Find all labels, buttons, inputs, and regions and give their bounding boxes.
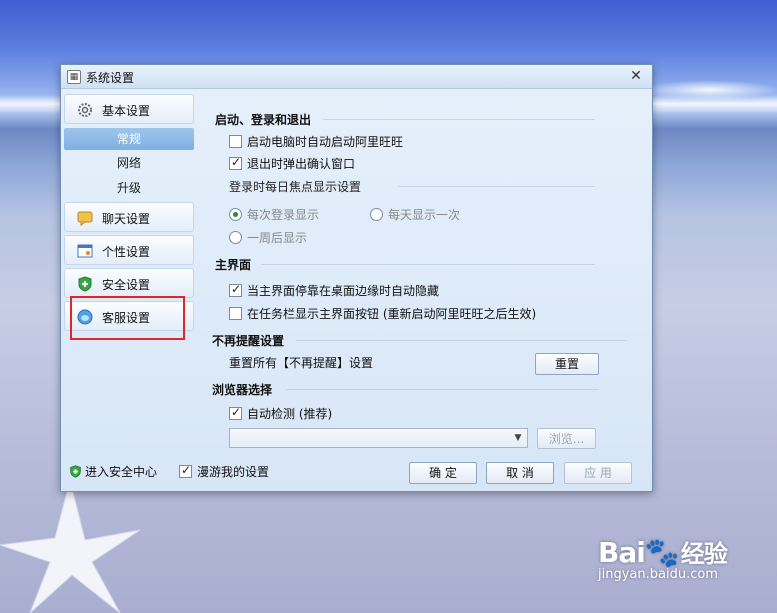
section-title-reminder: 不再提醒设置 — [212, 334, 285, 348]
taskbar-checkbox-row[interactable]: 在任务栏显示主界面按钮 (重新启动阿里旺旺之后生效) — [229, 305, 536, 322]
radio-one-week[interactable] — [229, 231, 242, 244]
roam-settings-label: 漫游我的设置 — [197, 465, 270, 479]
taskbar-checkbox[interactable] — [229, 307, 242, 320]
divider — [286, 389, 599, 390]
reset-button[interactable]: 重置 — [535, 353, 599, 375]
divider — [323, 119, 595, 120]
auto-hide-checkbox[interactable] — [229, 282, 242, 297]
sidebar-sub-network[interactable]: 网络 — [64, 152, 194, 174]
background-wave-foam — [640, 80, 777, 100]
ok-button[interactable]: 确 定 — [409, 462, 477, 484]
gear-icon — [78, 103, 92, 117]
window-title: 系统设置 — [86, 71, 135, 85]
divider — [296, 340, 626, 341]
title-bar[interactable]: ▦ 系统设置 ✕ — [61, 65, 652, 89]
chevron-down-icon: ▼ — [514, 433, 522, 443]
sidebar-item-personal-settings[interactable]: 个性设置 — [64, 235, 194, 265]
section-title-main-ui: 主界面 — [215, 258, 252, 272]
sidebar-sub-upgrade[interactable]: 升级 — [64, 177, 194, 199]
section-title-browser: 浏览器选择 — [212, 383, 273, 397]
auto-start-checkbox[interactable] — [229, 135, 242, 148]
settings-content: 启动、登录和退出 启动电脑时自动启动阿里旺旺 退出时弹出确认窗口 登录时每日焦点… — [198, 92, 650, 452]
divider — [261, 264, 595, 265]
sidebar-item-security-settings[interactable]: 安全设置 — [64, 268, 194, 298]
sidebar-item-basic-settings[interactable]: 基本设置 — [64, 94, 194, 124]
security-center-label: 进入安全中心 — [85, 465, 158, 479]
radio-label: 每次登录显示 — [247, 208, 320, 222]
confirm-exit-label: 退出时弹出确认窗口 — [247, 157, 356, 171]
sidebar: 基本设置 常规 网络 升级 聊天设置 个性设置 安全设置 客服设置 — [64, 92, 196, 452]
browse-button[interactable]: 浏览... — [537, 428, 596, 449]
baidu-watermark: Bai🐾经验 jingyan.baidu.com — [598, 534, 728, 582]
taskbar-label: 在任务栏显示主界面按钮 (重新启动阿里旺旺之后生效) — [247, 307, 537, 321]
auto-start-checkbox-row[interactable]: 启动电脑时自动启动阿里旺旺 — [229, 133, 403, 150]
radio-label: 每天显示一次 — [388, 208, 461, 222]
focus-option-every-login[interactable]: 每次登录显示 — [229, 206, 319, 223]
footer: 进入安全中心 漫游我的设置 确 定 取 消 应 用 — [61, 455, 652, 491]
settings-window: ▦ 系统设置 ✕ 基本设置 常规 网络 升级 聊天设置 个性设置 安全设置 客服… — [60, 64, 653, 492]
chat-icon — [77, 211, 93, 226]
watermark-logo: Bai🐾经验 — [598, 536, 728, 569]
shield-icon — [70, 465, 81, 478]
personalize-icon — [77, 244, 93, 258]
apply-button[interactable]: 应 用 — [564, 462, 632, 484]
sidebar-sub-general[interactable]: 常规 — [64, 128, 194, 150]
focus-option-once-daily[interactable]: 每天显示一次 — [370, 206, 460, 223]
focus-option-one-week[interactable]: 一周后显示 — [229, 229, 307, 246]
app-icon: ▦ — [67, 70, 81, 84]
auto-detect-checkbox-row[interactable]: 自动检测 (推荐) — [229, 405, 332, 422]
highlight-annotation-box — [70, 296, 185, 340]
radio-once-daily[interactable] — [370, 208, 383, 221]
sidebar-item-label: 聊天设置 — [102, 212, 151, 226]
cancel-button[interactable]: 取 消 — [486, 462, 554, 484]
focus-display-title: 登录时每日焦点显示设置 — [229, 180, 362, 194]
shield-icon — [78, 276, 92, 292]
sidebar-item-chat-settings[interactable]: 聊天设置 — [64, 202, 194, 232]
confirm-exit-checkbox-row[interactable]: 退出时弹出确认窗口 — [229, 155, 355, 172]
sidebar-item-label: 基本设置 — [102, 104, 151, 118]
roam-settings-checkbox-row[interactable]: 漫游我的设置 — [179, 463, 269, 480]
auto-hide-label: 当主界面停靠在桌面边缘时自动隐藏 — [247, 284, 440, 298]
sidebar-item-label: 个性设置 — [102, 245, 151, 259]
auto-detect-label: 自动检测 (推荐) — [247, 407, 333, 421]
close-button[interactable]: ✕ — [628, 67, 644, 85]
security-center-link[interactable]: 进入安全中心 — [69, 463, 157, 480]
auto-detect-checkbox[interactable] — [229, 405, 242, 420]
roam-settings-checkbox[interactable] — [179, 463, 192, 478]
divider — [398, 186, 595, 187]
reset-reminder-text: 重置所有【不再提醒】设置 — [229, 356, 374, 370]
sidebar-item-label: 安全设置 — [102, 278, 151, 292]
radio-label: 一周后显示 — [247, 231, 308, 245]
confirm-exit-checkbox[interactable] — [229, 155, 242, 170]
close-icon: ✕ — [630, 68, 642, 84]
section-title-startup: 启动、登录和退出 — [215, 113, 312, 127]
watermark-url: jingyan.baidu.com — [598, 567, 718, 582]
auto-start-label: 启动电脑时自动启动阿里旺旺 — [247, 135, 404, 149]
auto-hide-checkbox-row[interactable]: 当主界面停靠在桌面边缘时自动隐藏 — [229, 282, 439, 299]
radio-every-login[interactable] — [229, 208, 242, 221]
browser-select[interactable]: ▼ — [229, 428, 528, 448]
